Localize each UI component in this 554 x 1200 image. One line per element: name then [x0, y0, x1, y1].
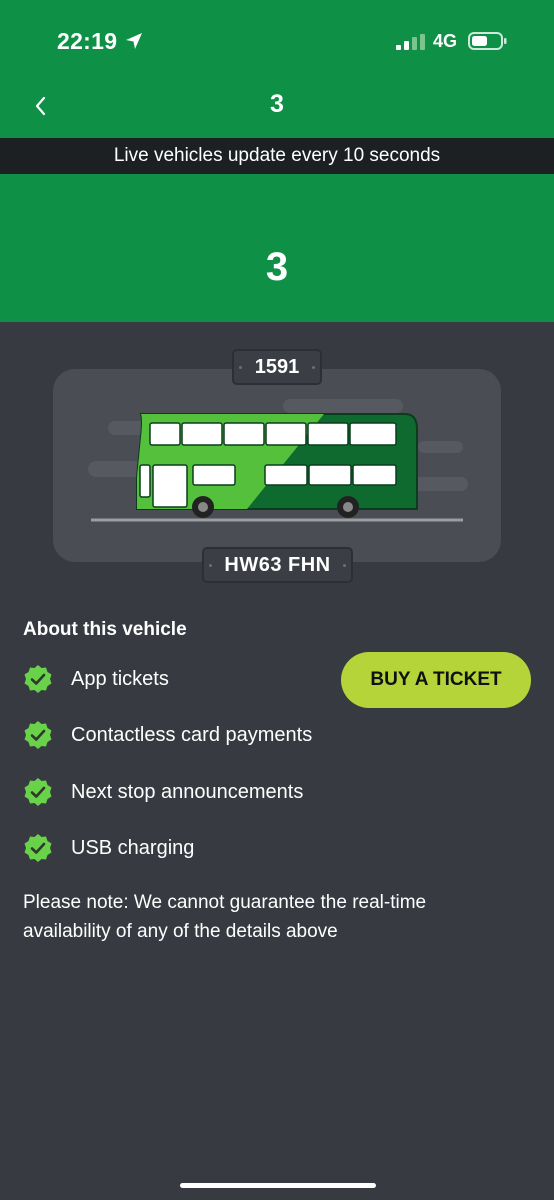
- battery-icon: [468, 32, 507, 50]
- page-title: 3: [270, 90, 284, 118]
- plate-dot: [312, 366, 315, 369]
- status-time: 22:19: [57, 28, 118, 54]
- signal-icon: [396, 34, 425, 50]
- feature-item: USB charging: [23, 831, 194, 865]
- registration-number: HW63 FHN: [224, 554, 331, 576]
- feature-label: App tickets: [71, 667, 169, 690]
- feature-label: USB charging: [71, 836, 195, 859]
- check-badge-icon: [24, 665, 52, 693]
- network-type: 4G: [433, 31, 458, 51]
- check-badge-icon: [24, 778, 52, 806]
- feature-label: Next stop announcements: [71, 780, 304, 803]
- about-heading: About this vehicle: [23, 619, 187, 640]
- plate-dot: [343, 564, 346, 567]
- home-indicator[interactable]: [180, 1183, 376, 1188]
- feature-item: Next stop announcements: [23, 775, 303, 809]
- feature-item: App tickets: [23, 662, 169, 696]
- feature-item: Contactless card payments: [23, 718, 312, 752]
- fleet-number: 1591: [254, 356, 300, 378]
- route-number: 3: [265, 245, 289, 289]
- registration-plate: HW63 FHN: [202, 547, 353, 583]
- location-arrow-icon: [126, 33, 142, 49]
- check-badge-icon: [24, 721, 52, 749]
- fleet-number-plate: 1591: [232, 349, 322, 385]
- plate-dot: [239, 366, 242, 369]
- buy-ticket-button[interactable]: BUY A TICKET: [341, 652, 531, 708]
- live-update-banner: Live vehicles update every 10 seconds: [0, 138, 554, 174]
- bus-illustration: [88, 399, 468, 522]
- check-badge-icon: [24, 834, 52, 862]
- disclaimer-note: Please note: We cannot guarantee the rea…: [23, 892, 427, 942]
- plate-dot: [209, 564, 212, 567]
- feature-label: Contactless card payments: [71, 723, 313, 746]
